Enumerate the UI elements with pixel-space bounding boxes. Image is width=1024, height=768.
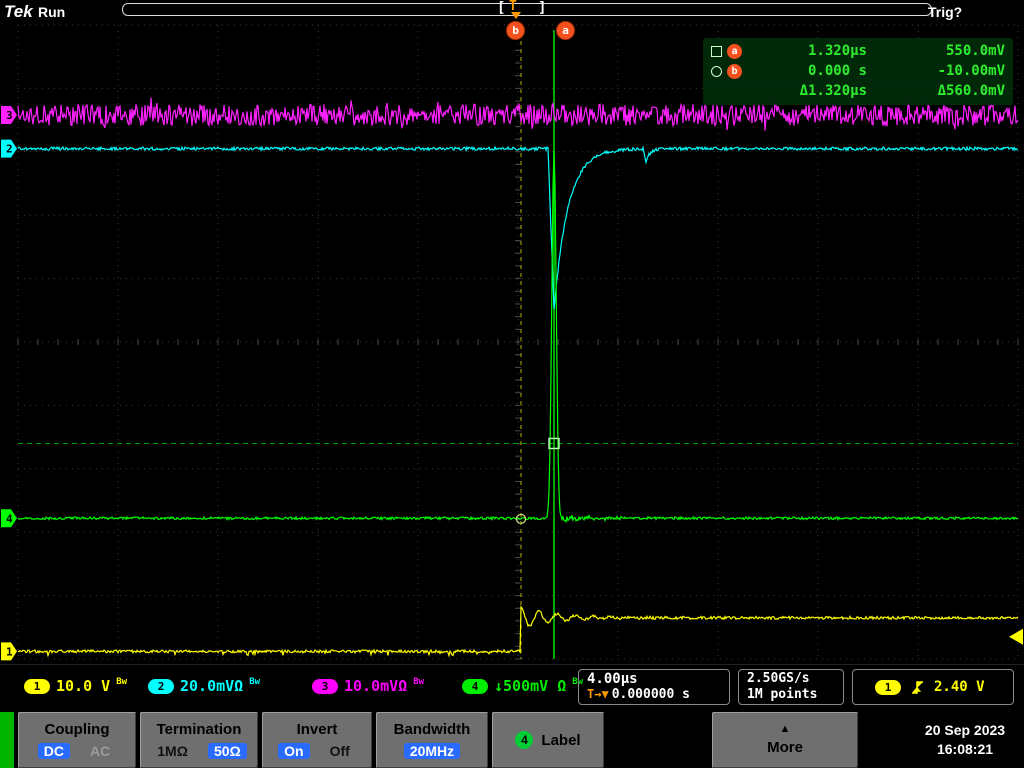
channel4-menu-tab: [0, 712, 14, 768]
coupling-ac-option[interactable]: AC: [84, 743, 116, 759]
time-value: 16:08:21: [936, 741, 994, 757]
more-button[interactable]: ▲ More: [712, 712, 858, 768]
datetime-display: 20 Sep 2023 16:08:21: [906, 712, 1024, 768]
trigger-level-arrow-icon: [1009, 628, 1023, 645]
ch2-position-label: 2: [6, 143, 13, 156]
bandwidth-button[interactable]: Bandwidth 20MHz: [376, 712, 488, 768]
ch1-position-label: 1: [6, 645, 13, 658]
trigger-delay-icon: T→▼: [587, 687, 609, 701]
trigger-level: 2.40 V: [934, 679, 985, 695]
invert-button[interactable]: Invert On Off: [262, 712, 372, 768]
trigger-readout: 1 2.40 V: [852, 669, 1014, 705]
acquisition-readout: 2.50GS/s 1M points: [738, 669, 844, 705]
ch2-bandwidth-limit-icon: Bw: [249, 677, 261, 687]
sample-rate: 2.50GS/s: [747, 671, 810, 686]
cursor-delta-value: Δ560.0mV: [937, 83, 1005, 99]
trigger-status: Trig?: [928, 4, 963, 20]
label-button[interactable]: 4 Label: [492, 712, 604, 768]
cursor-b-badge: b: [727, 63, 742, 79]
termination-title: Termination: [156, 721, 242, 738]
cursor-a-value: 550.0mV: [945, 43, 1005, 59]
ch1-badge: 1: [24, 678, 50, 694]
zoom-bracket-right: ]: [538, 0, 547, 16]
cursor-delta-row: Δ1.320µs Δ560.0mV: [711, 81, 1005, 101]
ch4-position-label: 4: [6, 512, 13, 525]
more-title: More: [767, 739, 803, 756]
bandwidth-title: Bandwidth: [393, 721, 471, 738]
label-title: Label: [541, 731, 581, 749]
cursor-delta-time: Δ1.320µs: [799, 83, 867, 99]
ch3-badge: 3: [312, 678, 338, 694]
cursor-b-top-marker: b: [506, 21, 525, 40]
cursor-b-row: b 0.000 s -10.00mV: [711, 61, 1005, 81]
cursor-a-square-icon: [711, 45, 722, 57]
cursor-b-time: 0.000 s: [807, 63, 867, 79]
coupling-dc-option[interactable]: DC: [37, 743, 70, 759]
cursor-readout-panel: a 1.320µs 550.0mV b 0.000 s -10.00mV Δ1.…: [703, 38, 1013, 105]
ch1-scale-readout: 1 10.0 V Bw: [24, 677, 127, 695]
oscilloscope-screen: 3241 Tek Run [ ] T Trig? b a a 1.320µs 5…: [0, 0, 1024, 768]
termination-50ohm-option[interactable]: 50Ω: [207, 743, 247, 759]
status-readout-bar: 1 10.0 V Bw 2 20.0mVΩ Bw 3 10.0mVΩ Bw 4 …: [0, 664, 1024, 711]
cursor-a-badge: a: [727, 43, 742, 59]
cursor-a-time: 1.320µs: [807, 43, 867, 59]
timebase-scale: 4.00µs: [587, 671, 638, 687]
label-channel-badge: 4: [515, 731, 534, 749]
invert-title: Invert: [296, 721, 338, 738]
invert-off-option[interactable]: Off: [324, 743, 356, 759]
coupling-title: Coupling: [44, 721, 110, 738]
trigger-position-arrow-icon: [511, 12, 521, 19]
ch4-scale: ↓500mV Ω: [494, 677, 567, 695]
cursor-a-row: a 1.320µs 550.0mV: [711, 41, 1005, 61]
trace-ch4: [17, 150, 1019, 524]
ch3-bandwidth-limit-icon: Bw: [413, 677, 425, 687]
ch3-scale: 10.0mVΩ: [344, 677, 408, 695]
ch3-position-label: 3: [6, 109, 13, 122]
cursor-a-top-marker: a: [556, 21, 575, 40]
ch4-scale-readout: 4 ↓500mV Ω Bw: [462, 677, 583, 695]
acquisition-status: Run: [38, 4, 66, 20]
zoom-bracket-left: [: [497, 0, 506, 16]
ch2-badge: 2: [148, 678, 174, 694]
cursor-b-circle-icon: [711, 65, 722, 77]
record-length: 1M points: [747, 687, 818, 702]
tek-logo: Tek: [4, 2, 33, 21]
timebase-readout: 4.00µs T→▼ 0.000000 s: [578, 669, 730, 705]
ch1-bandwidth-limit-icon: Bw: [116, 677, 128, 687]
waveform-display: 3 2 4 1: [1, 24, 1023, 661]
ch2-scale-readout: 2 20.0mVΩ Bw: [148, 677, 260, 695]
date-value: 20 Sep 2023: [924, 722, 1006, 738]
bandwidth-20mhz-option[interactable]: 20MHz: [403, 743, 461, 759]
ch4-badge: 4: [462, 678, 488, 694]
ch1-scale: 10.0 V: [56, 677, 111, 695]
channel-menu-bar: Coupling DC AC Termination 1MΩ 50Ω Inver…: [0, 710, 1024, 768]
trigger-source-badge: 1: [875, 679, 901, 695]
termination-button[interactable]: Termination 1MΩ 50Ω: [140, 712, 258, 768]
rising-edge-slope-icon: [912, 680, 923, 694]
coupling-button[interactable]: Coupling DC AC: [18, 712, 136, 768]
more-up-arrow-icon: ▲: [779, 723, 791, 735]
termination-1mohm-option[interactable]: 1MΩ: [151, 743, 194, 759]
trigger-delay-value: 0.000000 s: [611, 687, 690, 702]
ch2-scale: 20.0mVΩ: [180, 677, 244, 695]
record-view-bar: [122, 3, 932, 16]
invert-on-option[interactable]: On: [278, 743, 310, 759]
ch3-scale-readout: 3 10.0mVΩ Bw: [312, 677, 424, 695]
cursor-b-value: -10.00mV: [937, 63, 1005, 79]
